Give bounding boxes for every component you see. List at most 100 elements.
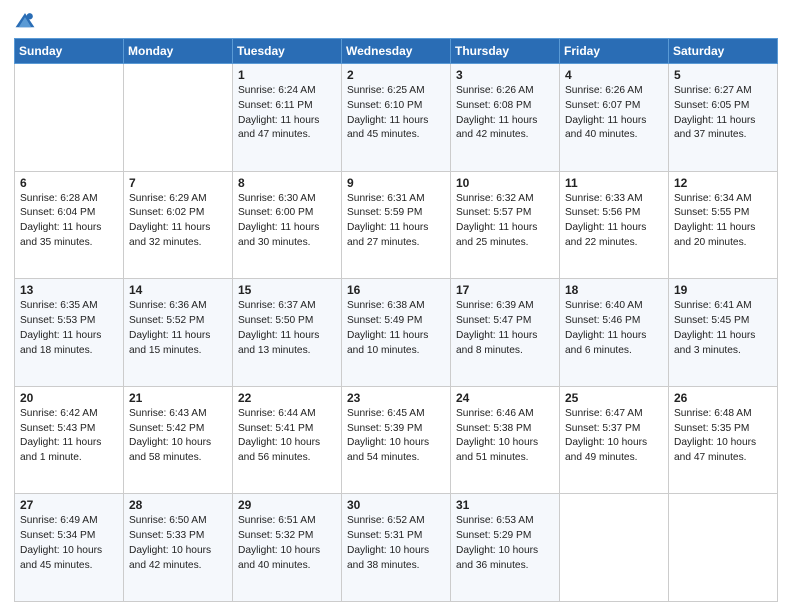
weekday-friday: Friday <box>560 39 669 64</box>
week-row-5: 27 Sunrise: 6:49 AM Sunset: 5:34 PM Dayli… <box>15 494 778 602</box>
day-info: Sunrise: 6:30 AM Sunset: 6:00 PM Dayligh… <box>238 192 336 251</box>
day-info: Sunrise: 6:24 AM Sunset: 6:11 PM Dayligh… <box>238 84 336 143</box>
weekday-monday: Monday <box>124 39 233 64</box>
weekday-wednesday: Wednesday <box>342 39 451 64</box>
day-number: 9 <box>347 176 445 190</box>
calendar-cell: 10 Sunrise: 6:32 AM Sunset: 5:57 PM Dayli… <box>451 171 560 279</box>
calendar-cell: 6Sunrise: 6:28 AM Sunset: 6:04 PM Daylig… <box>15 171 124 279</box>
week-row-3: 13 Sunrise: 6:35 AM Sunset: 5:53 PM Dayli… <box>15 279 778 387</box>
day-number: 28 <box>129 498 227 512</box>
day-info: Sunrise: 6:40 AM Sunset: 5:46 PM Dayligh… <box>565 299 663 358</box>
weekday-tuesday: Tuesday <box>233 39 342 64</box>
day-number: 2 <box>347 68 445 82</box>
day-number: 24 <box>456 391 554 405</box>
day-number: 25 <box>565 391 663 405</box>
day-number: 29 <box>238 498 336 512</box>
day-number: 7 <box>129 176 227 190</box>
calendar-cell: 28 Sunrise: 6:50 AM Sunset: 5:33 PM Dayli… <box>124 494 233 602</box>
day-info: Sunrise: 6:45 AM Sunset: 5:39 PM Dayligh… <box>347 407 445 466</box>
day-number: 12 <box>674 176 772 190</box>
calendar-cell: 14Sunrise: 6:36 AM Sunset: 5:52 PM Dayli… <box>124 279 233 387</box>
calendar-cell <box>669 494 778 602</box>
day-number: 1 <box>238 68 336 82</box>
calendar-cell: 20 Sunrise: 6:42 AM Sunset: 5:43 PM Dayli… <box>15 386 124 494</box>
day-info: Sunrise: 6:26 AM Sunset: 6:08 PM Dayligh… <box>456 84 554 143</box>
day-info: Sunrise: 6:46 AM Sunset: 5:38 PM Dayligh… <box>456 407 554 466</box>
calendar-cell: 12Sunrise: 6:34 AM Sunset: 5:55 PM Dayli… <box>669 171 778 279</box>
calendar-cell: 18 Sunrise: 6:40 AM Sunset: 5:46 PM Dayli… <box>560 279 669 387</box>
weekday-sunday: Sunday <box>15 39 124 64</box>
day-info: Sunrise: 6:41 AM Sunset: 5:45 PM Dayligh… <box>674 299 772 358</box>
calendar-cell: 13 Sunrise: 6:35 AM Sunset: 5:53 PM Dayli… <box>15 279 124 387</box>
day-info: Sunrise: 6:33 AM Sunset: 5:56 PM Dayligh… <box>565 192 663 251</box>
calendar-cell: 8Sunrise: 6:30 AM Sunset: 6:00 PM Daylig… <box>233 171 342 279</box>
calendar-cell: 19 Sunrise: 6:41 AM Sunset: 5:45 PM Dayli… <box>669 279 778 387</box>
day-info: Sunrise: 6:48 AM Sunset: 5:35 PM Dayligh… <box>674 407 772 466</box>
day-info: Sunrise: 6:44 AM Sunset: 5:41 PM Dayligh… <box>238 407 336 466</box>
day-info: Sunrise: 6:43 AM Sunset: 5:42 PM Dayligh… <box>129 407 227 466</box>
calendar-table: SundayMondayTuesdayWednesdayThursdayFrid… <box>14 38 778 602</box>
day-number: 20 <box>20 391 118 405</box>
calendar-cell: 27 Sunrise: 6:49 AM Sunset: 5:34 PM Dayli… <box>15 494 124 602</box>
calendar-cell: 2 Sunrise: 6:25 AM Sunset: 6:10 PM Daylig… <box>342 64 451 172</box>
day-number: 23 <box>347 391 445 405</box>
calendar-cell <box>15 64 124 172</box>
calendar-cell: 4 Sunrise: 6:26 AM Sunset: 6:07 PM Daylig… <box>560 64 669 172</box>
day-number: 18 <box>565 283 663 297</box>
weekday-saturday: Saturday <box>669 39 778 64</box>
logo <box>14 10 40 32</box>
day-info: Sunrise: 6:29 AM Sunset: 6:02 PM Dayligh… <box>129 192 227 251</box>
calendar-cell <box>124 64 233 172</box>
calendar-cell: 31Sunrise: 6:53 AM Sunset: 5:29 PM Dayli… <box>451 494 560 602</box>
calendar-cell: 9 Sunrise: 6:31 AM Sunset: 5:59 PM Daylig… <box>342 171 451 279</box>
calendar-cell: 11 Sunrise: 6:33 AM Sunset: 5:56 PM Dayli… <box>560 171 669 279</box>
day-number: 19 <box>674 283 772 297</box>
day-number: 27 <box>20 498 118 512</box>
day-number: 21 <box>129 391 227 405</box>
day-info: Sunrise: 6:35 AM Sunset: 5:53 PM Dayligh… <box>20 299 118 358</box>
week-row-1: 1 Sunrise: 6:24 AM Sunset: 6:11 PM Daylig… <box>15 64 778 172</box>
day-number: 31 <box>456 498 554 512</box>
calendar-cell: 21 Sunrise: 6:43 AM Sunset: 5:42 PM Dayli… <box>124 386 233 494</box>
calendar-cell: 7 Sunrise: 6:29 AM Sunset: 6:02 PM Daylig… <box>124 171 233 279</box>
day-info: Sunrise: 6:38 AM Sunset: 5:49 PM Dayligh… <box>347 299 445 358</box>
calendar-cell: 29Sunrise: 6:51 AM Sunset: 5:32 PM Dayli… <box>233 494 342 602</box>
calendar-cell: 5Sunrise: 6:27 AM Sunset: 6:05 PM Daylig… <box>669 64 778 172</box>
calendar-cell: 24 Sunrise: 6:46 AM Sunset: 5:38 PM Dayli… <box>451 386 560 494</box>
day-info: Sunrise: 6:31 AM Sunset: 5:59 PM Dayligh… <box>347 192 445 251</box>
calendar-page: SundayMondayTuesdayWednesdayThursdayFrid… <box>0 0 792 612</box>
day-number: 5 <box>674 68 772 82</box>
calendar-cell: 3 Sunrise: 6:26 AM Sunset: 6:08 PM Daylig… <box>451 64 560 172</box>
day-number: 17 <box>456 283 554 297</box>
day-number: 22 <box>238 391 336 405</box>
day-number: 11 <box>565 176 663 190</box>
calendar-cell: 30Sunrise: 6:52 AM Sunset: 5:31 PM Dayli… <box>342 494 451 602</box>
day-info: Sunrise: 6:36 AM Sunset: 5:52 PM Dayligh… <box>129 299 227 358</box>
week-row-4: 20 Sunrise: 6:42 AM Sunset: 5:43 PM Dayli… <box>15 386 778 494</box>
calendar-cell: 22 Sunrise: 6:44 AM Sunset: 5:41 PM Dayli… <box>233 386 342 494</box>
day-info: Sunrise: 6:50 AM Sunset: 5:33 PM Dayligh… <box>129 514 227 573</box>
day-number: 26 <box>674 391 772 405</box>
day-number: 13 <box>20 283 118 297</box>
day-info: Sunrise: 6:52 AM Sunset: 5:31 PM Dayligh… <box>347 514 445 573</box>
calendar-cell: 1 Sunrise: 6:24 AM Sunset: 6:11 PM Daylig… <box>233 64 342 172</box>
weekday-header-row: SundayMondayTuesdayWednesdayThursdayFrid… <box>15 39 778 64</box>
day-info: Sunrise: 6:49 AM Sunset: 5:34 PM Dayligh… <box>20 514 118 573</box>
calendar-cell: 16 Sunrise: 6:38 AM Sunset: 5:49 PM Dayli… <box>342 279 451 387</box>
day-info: Sunrise: 6:39 AM Sunset: 5:47 PM Dayligh… <box>456 299 554 358</box>
day-info: Sunrise: 6:28 AM Sunset: 6:04 PM Dayligh… <box>20 192 118 251</box>
calendar-cell: 17 Sunrise: 6:39 AM Sunset: 5:47 PM Dayli… <box>451 279 560 387</box>
day-number: 4 <box>565 68 663 82</box>
day-info: Sunrise: 6:32 AM Sunset: 5:57 PM Dayligh… <box>456 192 554 251</box>
day-info: Sunrise: 6:25 AM Sunset: 6:10 PM Dayligh… <box>347 84 445 143</box>
day-number: 10 <box>456 176 554 190</box>
day-number: 3 <box>456 68 554 82</box>
logo-icon <box>14 10 36 32</box>
day-info: Sunrise: 6:42 AM Sunset: 5:43 PM Dayligh… <box>20 407 118 466</box>
calendar-cell: 23 Sunrise: 6:45 AM Sunset: 5:39 PM Dayli… <box>342 386 451 494</box>
calendar-cell: 25 Sunrise: 6:47 AM Sunset: 5:37 PM Dayli… <box>560 386 669 494</box>
day-info: Sunrise: 6:47 AM Sunset: 5:37 PM Dayligh… <box>565 407 663 466</box>
day-number: 16 <box>347 283 445 297</box>
weekday-thursday: Thursday <box>451 39 560 64</box>
day-info: Sunrise: 6:26 AM Sunset: 6:07 PM Dayligh… <box>565 84 663 143</box>
